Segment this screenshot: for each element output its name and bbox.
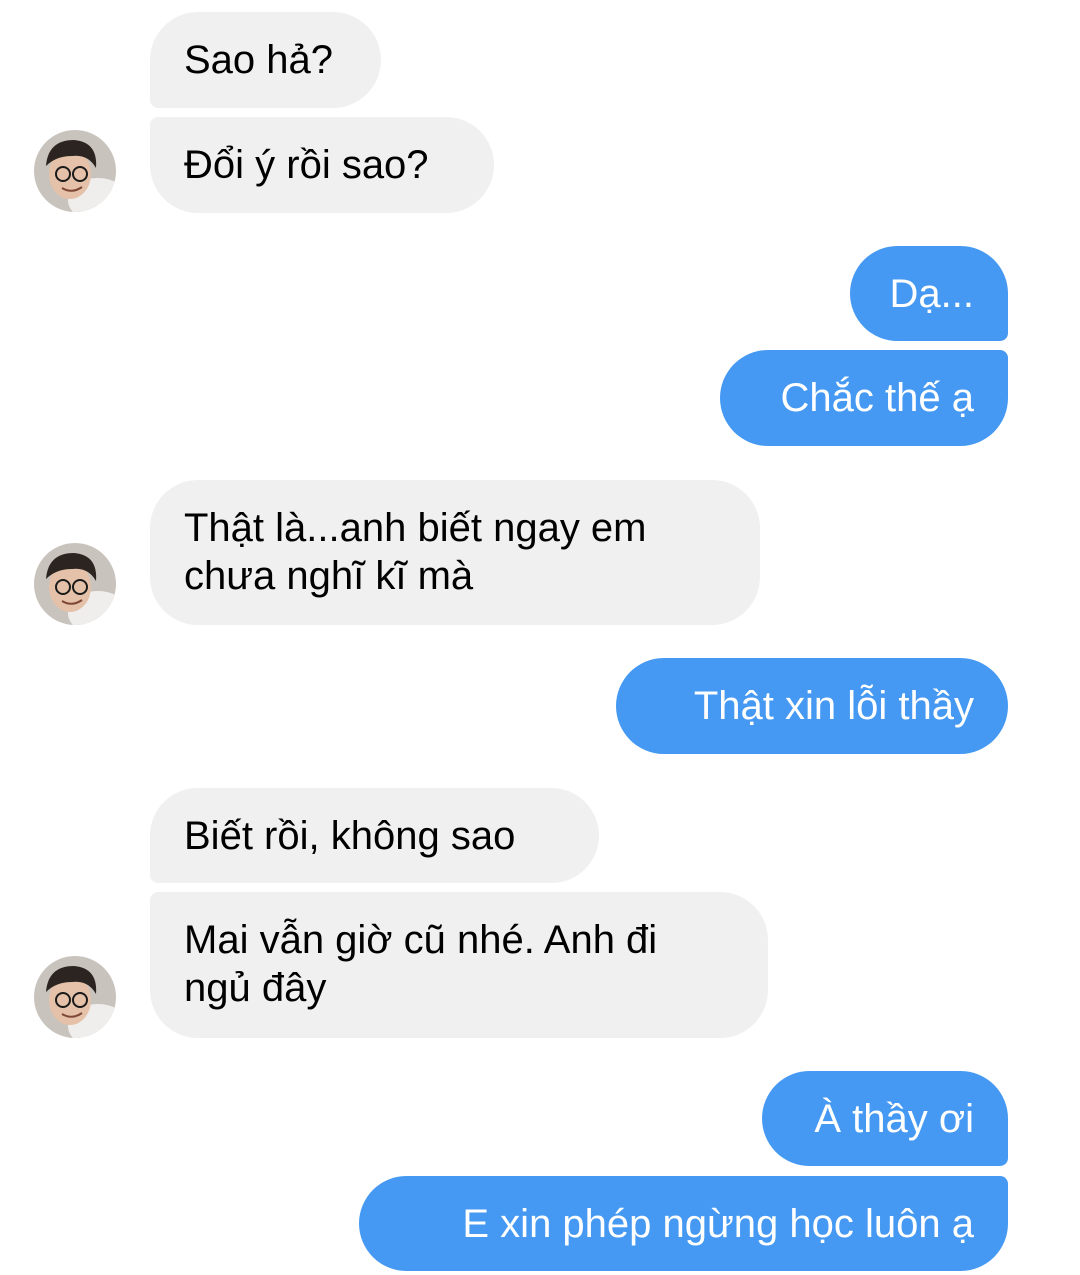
contact-avatar-photo-icon: [34, 956, 116, 1038]
contact-avatar[interactable]: [34, 130, 116, 212]
message-text: Thật xin lỗi thầy: [693, 684, 974, 728]
contact-avatar-photo-icon: [34, 543, 116, 625]
message-outgoing[interactable]: Chắc thế ạ: [720, 350, 1008, 446]
message-text: Thật là...anh biết ngay em chưa nghĩ kĩ …: [184, 506, 647, 598]
message-text: À thầy ơi: [814, 1096, 974, 1141]
contact-avatar[interactable]: [34, 543, 116, 625]
message-text: Dạ...: [889, 271, 974, 316]
message-incoming[interactable]: Đổi ý rồi sao?: [150, 117, 494, 213]
message-text: Đổi ý rồi sao?: [184, 143, 429, 187]
contact-avatar-photo-icon: [34, 130, 116, 212]
message-text: Biết rồi, không sao: [184, 813, 516, 858]
message-text: E xin phép ngừng học luôn ạ: [462, 1201, 974, 1246]
message-incoming[interactable]: Sao hả?: [150, 12, 381, 108]
message-text: Chắc thế ạ: [780, 376, 974, 420]
message-outgoing[interactable]: Dạ...: [850, 246, 1008, 341]
message-outgoing[interactable]: Thật xin lỗi thầy: [616, 658, 1008, 754]
message-text: Mai vẫn giờ cũ nhé. Anh đi ngủ đây: [184, 918, 658, 1010]
message-incoming[interactable]: Mai vẫn giờ cũ nhé. Anh đi ngủ đây: [150, 892, 768, 1038]
message-outgoing[interactable]: À thầy ơi: [762, 1071, 1008, 1166]
message-text: Sao hả?: [184, 38, 334, 82]
message-incoming[interactable]: Biết rồi, không sao: [150, 788, 599, 883]
contact-avatar[interactable]: [34, 956, 116, 1038]
chat-screen: { "colors": { "incoming_bubble": "#f1f0f…: [0, 0, 1080, 1275]
message-incoming[interactable]: Thật là...anh biết ngay em chưa nghĩ kĩ …: [150, 480, 760, 625]
message-outgoing[interactable]: E xin phép ngừng học luôn ạ: [359, 1176, 1008, 1271]
